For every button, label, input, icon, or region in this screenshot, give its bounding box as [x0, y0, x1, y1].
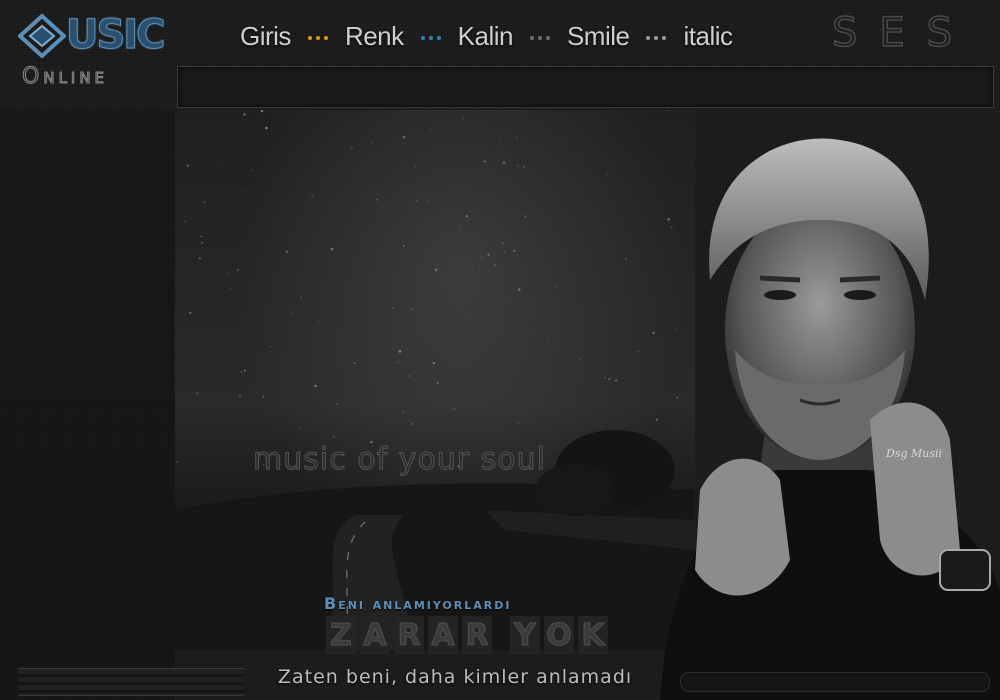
- song-title-letter: R: [394, 616, 424, 654]
- logo-subtitle: Online: [21, 64, 109, 90]
- nav-link-kalin[interactable]: Kalin: [458, 21, 514, 52]
- song-subtitle: Beni anlamiyorlardi: [324, 594, 512, 613]
- nav-link-renk[interactable]: Renk: [345, 21, 404, 52]
- site-logo[interactable]: USIC Online: [18, 10, 178, 100]
- signature-text: Dsg Musii: [886, 447, 943, 460]
- song-title: Z A R A R Y O K: [326, 616, 608, 654]
- tagline-text: music of your soul: [252, 442, 547, 478]
- nav-link-italic[interactable]: italic: [683, 21, 733, 52]
- song-title-letter: A: [428, 616, 458, 654]
- nav-separator-dots: [291, 36, 345, 40]
- song-title-letter: R: [462, 616, 492, 654]
- song-title-letter: Z: [326, 616, 356, 654]
- song-title-letter: O: [544, 616, 574, 654]
- song-title-space: [496, 616, 506, 654]
- logo-brand-text: USIC: [66, 12, 167, 59]
- nav-link-smile[interactable]: Smile: [567, 21, 630, 52]
- nav-link-giris[interactable]: Giris: [240, 21, 291, 52]
- nav-separator-dots: [629, 36, 683, 40]
- song-title-letter: Y: [510, 616, 540, 654]
- nav-separator-dots: [404, 36, 458, 40]
- night-road-scene: [175, 110, 695, 650]
- song-title-letter: A: [360, 616, 390, 654]
- top-input-bar[interactable]: [177, 66, 994, 108]
- left-column-panel: [0, 110, 176, 700]
- man-portrait-image: [640, 130, 1000, 700]
- song-title-letter: K: [578, 616, 608, 654]
- player-slot-left[interactable]: [18, 668, 244, 696]
- ses-sound-button[interactable]: SES: [831, 9, 974, 57]
- player-slot-right[interactable]: [680, 672, 990, 692]
- diamond-logo-icon: [18, 14, 66, 58]
- nav-separator-dots: [513, 36, 567, 40]
- top-navigation: Giris Renk Kalin Smile italic: [240, 18, 733, 54]
- song-lyric-line: Zaten beni, daha kimler anlamadı: [278, 666, 633, 688]
